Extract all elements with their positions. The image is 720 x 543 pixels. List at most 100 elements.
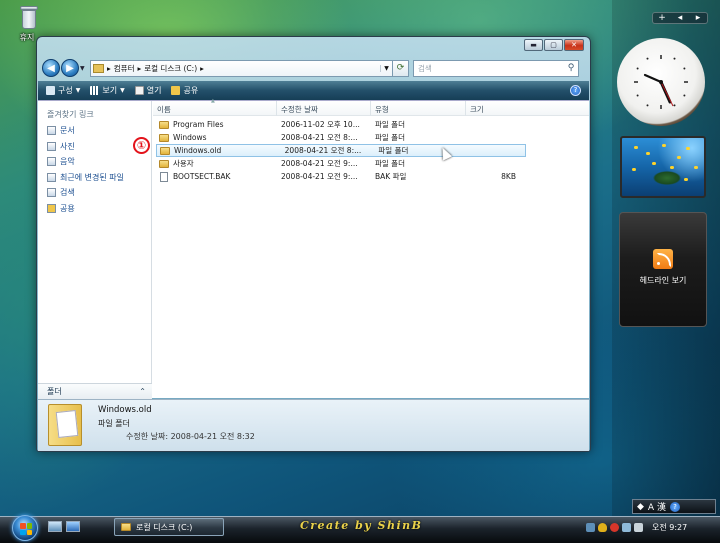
nav-link-label: 검색 xyxy=(60,188,75,198)
sidebar-add-gadget-button[interactable]: + xyxy=(653,13,671,23)
views-label: 보기 xyxy=(102,86,118,95)
nav-link-label: 최근에 변경된 파일 xyxy=(60,172,124,182)
close-icon: ✕ xyxy=(571,41,577,49)
open-label: 열기 xyxy=(146,86,162,95)
file-type: 파일 폴더 xyxy=(378,146,409,155)
system-tray: 오전 9:27 xyxy=(586,518,720,536)
maximize-button[interactable]: ▢ xyxy=(544,39,563,51)
file-row[interactable]: Program Files 2006-11-02 오후 10... 파일 폴더 xyxy=(153,118,528,131)
feed-headlines-label: 헤드라인 보기 xyxy=(639,276,687,285)
file-name: Program Files xyxy=(173,120,224,129)
file-type: 파일 폴더 xyxy=(375,133,405,142)
nav-link-label: 음악 xyxy=(60,157,75,167)
sidebar-prev-button[interactable]: ◂ xyxy=(671,13,689,23)
forward-arrow-icon: ▶ xyxy=(66,62,74,74)
maximize-icon: ▢ xyxy=(550,41,557,49)
column-header-date[interactable]: 수정한 날짜 xyxy=(277,101,371,116)
recent-pages-dropdown[interactable]: ▼ xyxy=(80,65,88,72)
language-bar[interactable]: ◆ A 漢 ? xyxy=(632,499,716,514)
file-row[interactable]: Windows 2008-04-21 오전 8:... 파일 폴더 xyxy=(153,131,528,144)
nav-link-label: 사진 xyxy=(60,141,75,151)
tray-clock[interactable]: 오전 9:27 xyxy=(652,522,687,533)
sidebar-next-button[interactable]: ▸ xyxy=(689,13,707,23)
taskbar-button-local-disk[interactable]: 로컬 디스크 (C:) xyxy=(114,518,224,536)
tray-volume-icon[interactable] xyxy=(634,522,643,532)
help-icon[interactable]: ? xyxy=(669,501,680,512)
nav-link-music[interactable]: 음악 xyxy=(38,154,151,170)
favorite-links-header: 즐겨찾기 링크 xyxy=(47,110,94,119)
file-name: BOOTSECT.BAK xyxy=(173,172,231,181)
nav-link-label: 문서 xyxy=(60,126,75,136)
file-size: 8KB xyxy=(501,172,516,181)
breadcrumb-separator-icon: ▸ xyxy=(200,63,204,73)
documents-icon xyxy=(47,126,56,136)
sidebar-controls[interactable]: + ◂ ▸ xyxy=(652,12,708,24)
public-icon xyxy=(47,203,56,213)
breadcrumb-local-disk[interactable]: 로컬 디스크 (C:) xyxy=(144,63,197,74)
breadcrumb-computer[interactable]: 컴퓨터 xyxy=(114,63,135,74)
pictures-icon xyxy=(47,141,56,151)
caption-buttons: ▬ ▢ ✕ xyxy=(524,39,584,51)
start-button[interactable] xyxy=(12,515,38,541)
command-toolbar: 구성 ▼ 보기 ▼ 열기 공유 ? xyxy=(38,81,589,100)
file-name: Windows.old xyxy=(174,146,222,155)
file-date: 2006-11-02 오후 10... xyxy=(281,120,360,129)
show-desktop-icon[interactable] xyxy=(48,521,62,532)
explorer-window[interactable]: ▬ ▢ ✕ ◀ ▶ ▼ ▸ 컴퓨터 ▸ 로컬 디스크 (C:) ▸ ▼ ⟳ 검색… xyxy=(36,36,591,452)
organize-icon xyxy=(46,86,55,95)
breadcrumb-separator-icon: ▸ xyxy=(107,63,111,73)
credit-text: Create by ShinB xyxy=(300,519,423,532)
file-type: BAK 파일 xyxy=(375,172,407,181)
file-row[interactable]: 사용자 2008-04-21 오전 9:... 파일 폴더 xyxy=(153,157,528,170)
file-date: 2008-04-21 오전 9:... xyxy=(281,172,358,181)
details-modified: 수정한 날짜: 2008-04-21 오전 8:32 xyxy=(126,432,255,441)
file-list: ▲ 이름 수정한 날짜 유형 크기 Program Files 2006-11-0… xyxy=(153,98,589,399)
tray-network-icon[interactable] xyxy=(586,522,595,532)
file-row[interactable]: BOOTSECT.BAK 2008-04-21 오전 9:... BAK 파일 … xyxy=(153,170,528,183)
open-icon xyxy=(134,86,144,95)
slideshow-gadget[interactable] xyxy=(620,136,706,198)
tray-warning-icon[interactable] xyxy=(610,522,619,532)
views-icon xyxy=(90,86,100,95)
search-icon[interactable]: ⚲ xyxy=(564,63,578,73)
tray-security-icon[interactable] xyxy=(598,522,607,532)
forward-button[interactable]: ▶ xyxy=(61,59,79,77)
feed-headlines-gadget[interactable]: 헤드라인 보기 xyxy=(619,212,707,327)
search-placeholder: 검색 xyxy=(418,63,432,73)
views-button[interactable]: 보기 ▼ xyxy=(90,85,125,96)
column-header-size[interactable]: 크기 xyxy=(466,101,526,116)
search-icon xyxy=(47,188,56,198)
nav-link-searches[interactable]: 검색 xyxy=(38,185,151,201)
switch-windows-icon[interactable] xyxy=(66,521,80,532)
file-date: 2008-04-21 오전 8:... xyxy=(284,146,362,155)
folder-preview-icon xyxy=(48,404,82,446)
file-row-selected[interactable]: Windows.old 2008-04-21 오전 8:... 파일 폴더 xyxy=(156,144,526,157)
nav-link-documents[interactable]: 문서 xyxy=(38,123,151,139)
search-input[interactable]: 검색 ⚲ xyxy=(413,59,579,77)
folder-icon xyxy=(159,159,169,168)
minimize-button[interactable]: ▬ xyxy=(524,39,543,51)
file-icon xyxy=(160,171,168,182)
open-button[interactable]: 열기 xyxy=(134,85,162,96)
folder-icon xyxy=(159,133,169,142)
details-name: Windows.old xyxy=(98,405,152,415)
refresh-button[interactable]: ⟳ xyxy=(393,59,409,77)
folders-toggle[interactable]: 폴더 ⌃ xyxy=(38,383,152,399)
help-icon[interactable]: ? xyxy=(570,85,581,96)
column-header-name[interactable]: ▲ 이름 xyxy=(153,98,277,116)
back-button[interactable]: ◀ xyxy=(42,59,60,77)
column-header-type[interactable]: 유형 xyxy=(371,101,466,116)
tray-monitor-icon[interactable] xyxy=(622,522,631,532)
clock-gadget[interactable] xyxy=(617,38,705,126)
address-dropdown-icon[interactable]: ▼ xyxy=(380,64,392,72)
clock-face xyxy=(634,55,688,109)
nav-link-recent[interactable]: 최근에 변경된 파일 xyxy=(38,170,151,186)
nav-link-label: 공용 xyxy=(60,203,75,213)
windows-logo-icon xyxy=(20,523,32,535)
address-bar[interactable]: ▸ 컴퓨터 ▸ 로컬 디스크 (C:) ▸ ▼ xyxy=(90,59,393,77)
share-button[interactable]: 공유 xyxy=(171,85,198,96)
close-button[interactable]: ✕ xyxy=(564,39,584,51)
music-icon xyxy=(47,157,56,167)
nav-link-public[interactable]: 공용 xyxy=(38,201,151,217)
organize-button[interactable]: 구성 ▼ xyxy=(46,85,80,96)
